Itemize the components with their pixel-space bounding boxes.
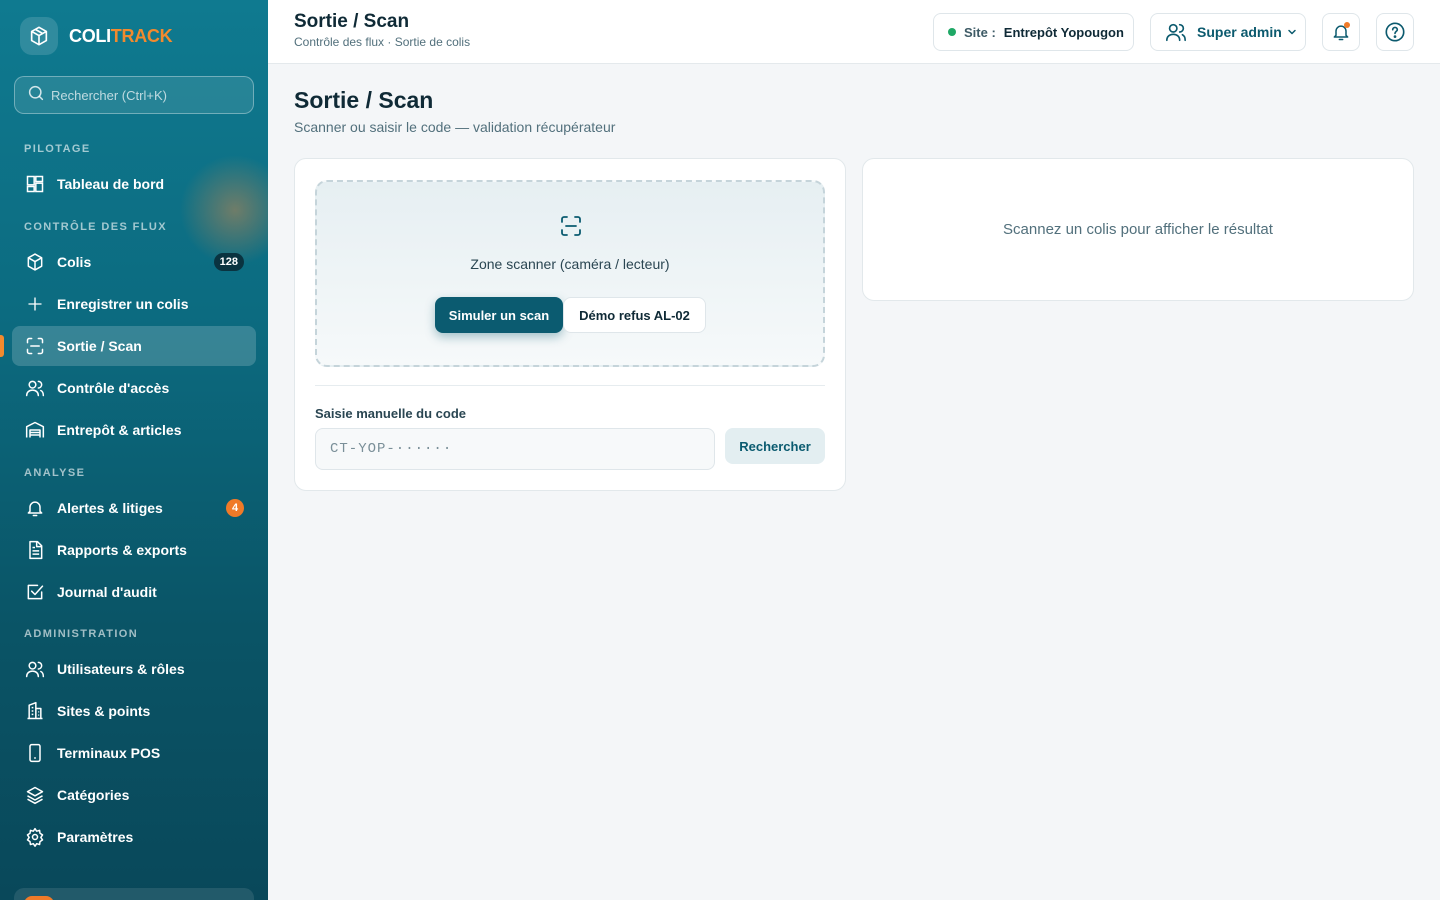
simulate-scan-button[interactable]: Simuler un scan [435, 297, 563, 333]
site-label: Site : [964, 24, 996, 40]
sidebar-item-label: Terminaux POS [57, 745, 161, 761]
building-icon [24, 700, 46, 722]
sidebar-item-colis[interactable]: Colis 128 [12, 242, 256, 282]
gear-icon [24, 826, 46, 848]
search-icon [27, 84, 45, 107]
device-icon [24, 742, 46, 764]
plus-icon [24, 293, 46, 315]
document-icon [24, 539, 46, 561]
chevron-down-icon [1286, 26, 1298, 38]
site-selector[interactable]: Site : Entrepôt Yopougon [933, 13, 1134, 51]
sidebar-item-alerts[interactable]: Alertes & litiges 4 [12, 488, 256, 528]
scan-icon [559, 214, 583, 238]
site-value: Entrepôt Yopougon [1003, 24, 1124, 40]
sidebar-item-pos[interactable]: Terminaux POS [12, 733, 256, 773]
sidebar-item-label: Catégories [57, 787, 130, 803]
result-card: Scannez un colis pour afficher le résult… [862, 158, 1414, 301]
sidebar: COLITRACK PILOTAGE Tableau de bord CONTR… [0, 0, 268, 900]
page-subtitle: Scanner ou saisir le code — validation r… [294, 119, 616, 135]
search-box[interactable] [14, 76, 254, 114]
sidebar-item-audit[interactable]: Journal d'audit [12, 572, 256, 612]
brand-name-part1: COLI [69, 25, 111, 46]
header-title: Sortie / Scan [294, 11, 410, 32]
sidebar-item-label: Entrepôt & articles [57, 422, 182, 438]
page-title: Sortie / Scan [294, 87, 434, 113]
help-button[interactable] [1376, 13, 1414, 51]
sidebar-item-label: Sortie / Scan [57, 338, 142, 354]
sidebar-item-register[interactable]: Enregistrer un colis [12, 284, 256, 324]
demo-refusal-button[interactable]: Démo refus AL-02 [563, 297, 706, 333]
sidebar-item-settings[interactable]: Paramètres [12, 817, 256, 857]
sidebar-item-label: Sites & points [57, 703, 151, 719]
scan-card: Zone scanner (caméra / lecteur) Simuler … [294, 158, 846, 491]
sidebar-item-label: Paramètres [57, 829, 134, 845]
users-icon [24, 377, 46, 399]
search-code-button[interactable]: Rechercher [725, 428, 825, 464]
sidebar-item-label: Rapports & exports [57, 542, 187, 558]
sidebar-item-label: Enregistrer un colis [57, 296, 189, 312]
breadcrumb: Contrôle des flux · Sortie de colis [294, 35, 471, 49]
notifications-button[interactable] [1322, 13, 1360, 51]
sidebar-item-label: Colis [57, 254, 92, 270]
alerts-count-badge: 4 [226, 499, 244, 517]
dashboard-grid-icon [24, 173, 46, 195]
section-label-flux: CONTRÔLE DES FLUX [24, 221, 167, 233]
brand-name-part2: TRACK [110, 25, 173, 46]
sidebar-item-label: Contrôle d'accès [57, 380, 170, 396]
avatar [24, 896, 54, 900]
brand[interactable]: COLITRACK [20, 16, 173, 56]
result-empty-text: Scannez un colis pour afficher le résult… [1003, 221, 1273, 238]
checkbox-icon [24, 581, 46, 603]
bell-icon [24, 497, 46, 519]
scanner-zone-label: Zone scanner (caméra / lecteur) [470, 256, 670, 272]
sidebar-item-reports[interactable]: Rapports & exports [12, 530, 256, 570]
layers-icon [24, 784, 46, 806]
search-input[interactable] [51, 87, 241, 103]
colis-count-badge: 128 [213, 253, 244, 271]
package-logo-icon [20, 17, 58, 55]
status-dot [948, 28, 956, 36]
user-role: Super admin [1197, 24, 1282, 40]
warehouse-icon [24, 419, 46, 441]
sidebar-item-dashboard[interactable]: Tableau de bord [12, 164, 256, 204]
sidebar-item-warehouse[interactable]: Entrepôt & articles [12, 410, 256, 450]
sidebar-item-label: Alertes & litiges [57, 500, 163, 516]
help-icon [1384, 21, 1406, 43]
sidebar-user-card[interactable] [14, 888, 254, 900]
active-indicator [0, 335, 4, 357]
sidebar-item-users[interactable]: Utilisateurs & rôles [12, 649, 256, 689]
topbar: Sortie / Scan Contrôle des flux · Sortie… [268, 0, 1440, 64]
users-icon [24, 658, 46, 680]
brand-name: COLITRACK [69, 25, 173, 47]
section-label-analyse: ANALYSE [24, 467, 86, 479]
user-menu-button[interactable]: Super admin [1150, 13, 1306, 51]
sidebar-item-label: Journal d'audit [57, 584, 157, 600]
divider [315, 385, 825, 386]
sidebar-item-sites[interactable]: Sites & points [12, 691, 256, 731]
sidebar-item-label: Tableau de bord [57, 176, 165, 192]
sidebar-item-access[interactable]: Contrôle d'accès [12, 368, 256, 408]
scan-icon [24, 335, 46, 357]
sidebar-item-label: Utilisateurs & rôles [57, 661, 185, 677]
section-label-pilotage: PILOTAGE [24, 143, 91, 155]
scanner-zone[interactable]: Zone scanner (caméra / lecteur) Simuler … [315, 180, 825, 367]
sidebar-item-scan[interactable]: Sortie / Scan [12, 326, 256, 366]
package-icon [24, 251, 46, 273]
manual-code-label: Saisie manuelle du code [315, 406, 466, 421]
notification-dot [1344, 22, 1350, 28]
sidebar-item-categories[interactable]: Catégories [12, 775, 256, 815]
section-label-admin: ADMINISTRATION [24, 628, 139, 640]
manual-code-input[interactable] [315, 428, 715, 470]
user-icon [1165, 21, 1187, 43]
